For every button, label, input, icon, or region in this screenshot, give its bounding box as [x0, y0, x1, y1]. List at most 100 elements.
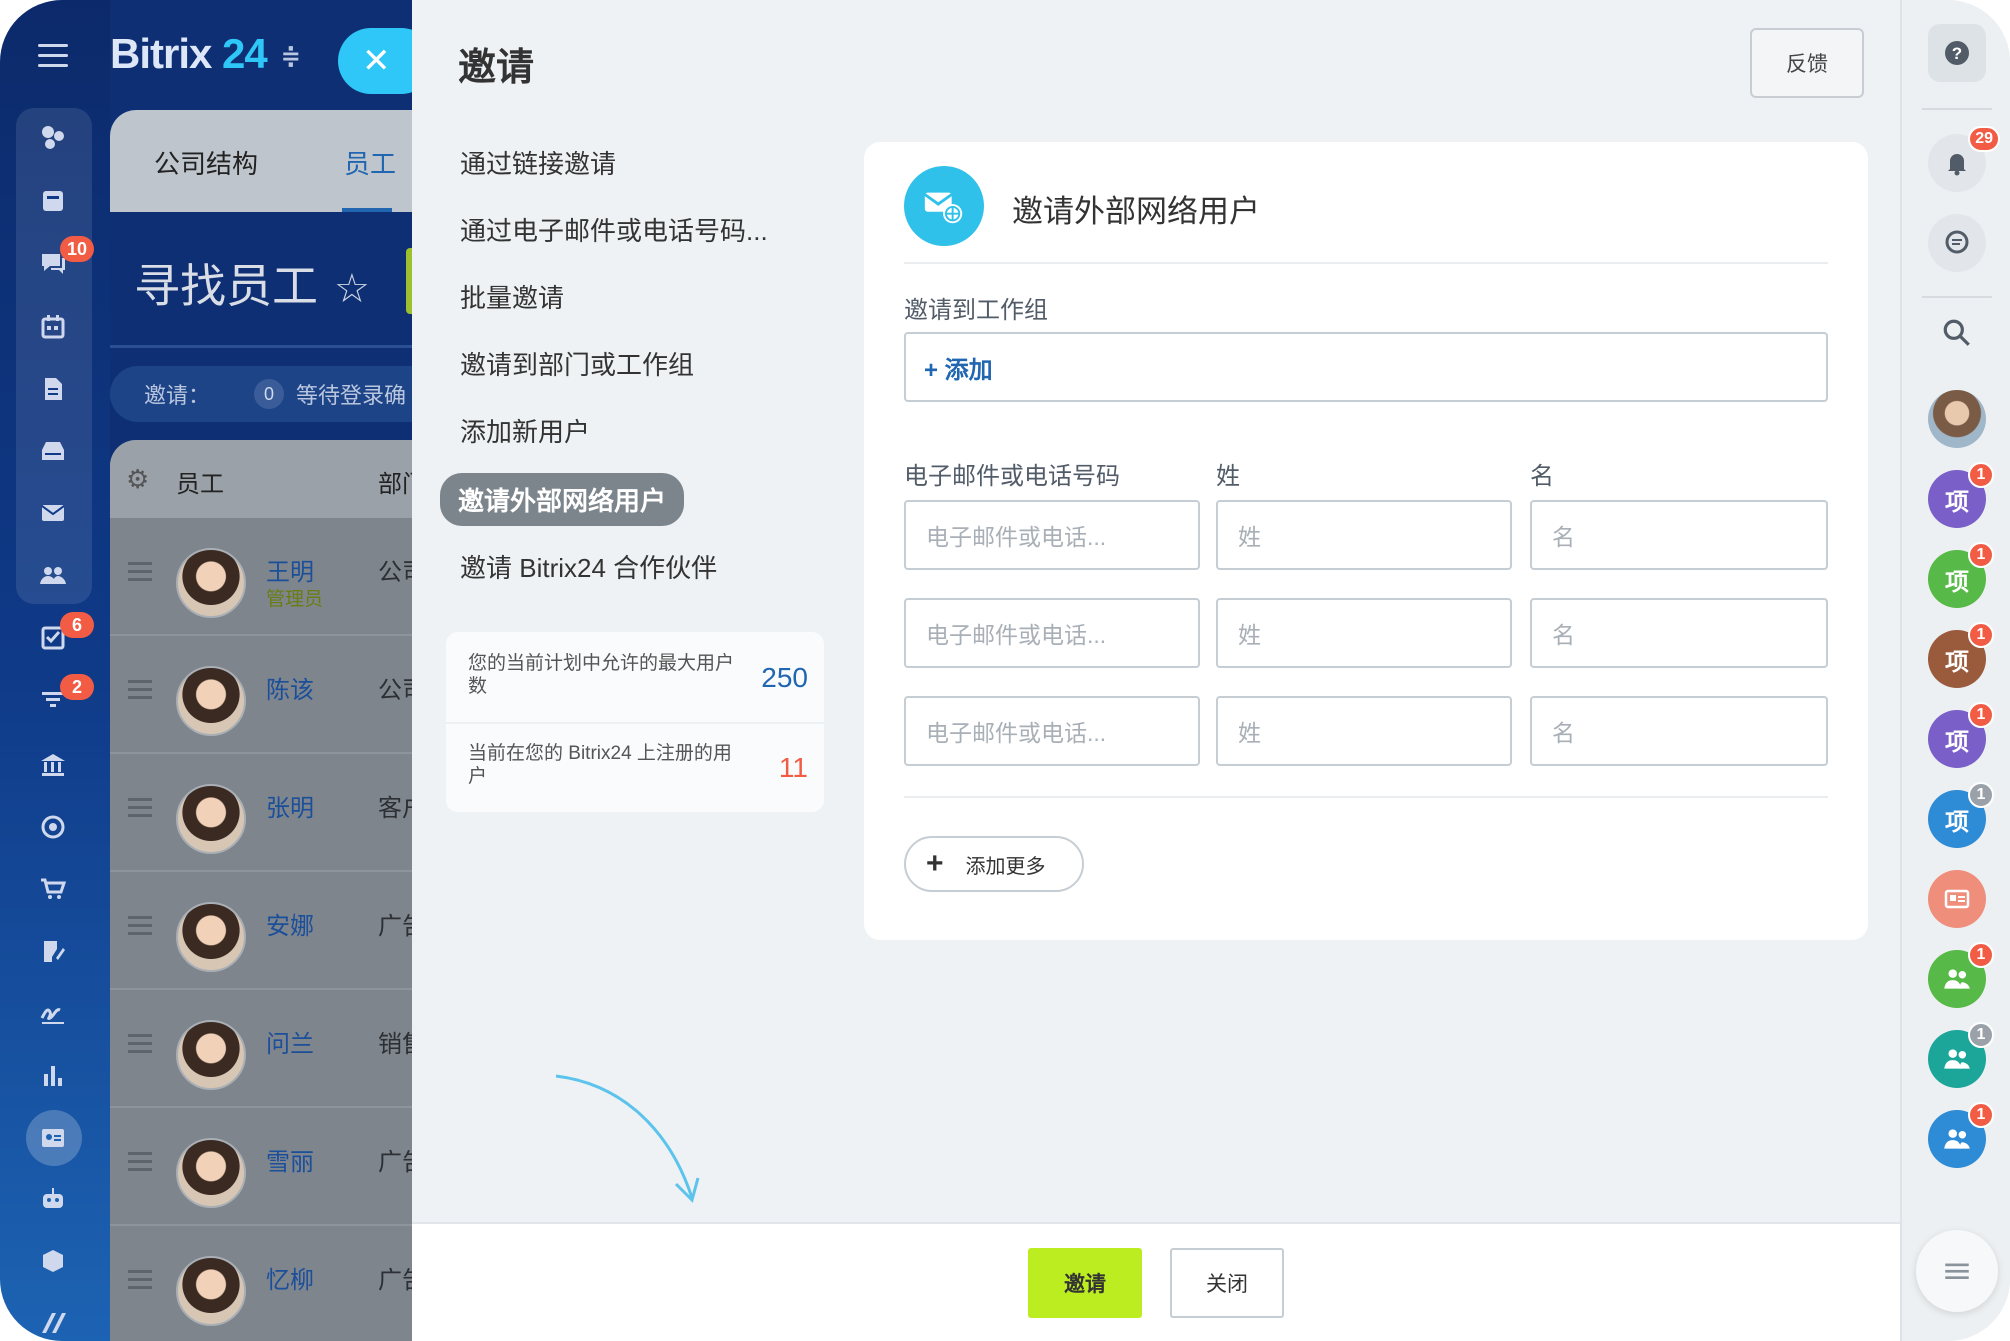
- edit-doc-icon[interactable]: [36, 934, 70, 968]
- project-chat-5[interactable]: 项1: [1928, 782, 1994, 848]
- group-chat-3[interactable]: 1: [1928, 1102, 1994, 1168]
- star-icon[interactable]: ☆: [334, 267, 370, 311]
- mail-globe-icon: [904, 166, 984, 246]
- menu-add-new-user[interactable]: 添加新用户: [460, 412, 590, 449]
- menu-invite-email-phone[interactable]: 通过电子邮件或电话号码...: [460, 211, 768, 248]
- email-input-1[interactable]: 电子邮件或电话...: [904, 500, 1200, 570]
- drag-handle-icon[interactable]: [128, 562, 152, 586]
- tab-employees[interactable]: 员工: [344, 144, 396, 181]
- employee-name[interactable]: 安娜: [266, 906, 314, 941]
- mail-icon[interactable]: [36, 496, 70, 530]
- table-row[interactable]: 张明 客户: [110, 754, 412, 872]
- employee-name[interactable]: 问兰: [266, 1024, 314, 1059]
- group-chat-2[interactable]: 1: [1928, 1022, 1994, 1088]
- box-icon[interactable]: [36, 1244, 70, 1278]
- bell-icon: [1948, 154, 1966, 176]
- table-row[interactable]: 安娜 广告: [110, 872, 412, 990]
- card-title: 邀请外部网络用户: [1012, 194, 1260, 229]
- drag-handle-icon[interactable]: [128, 680, 152, 704]
- first-name-input-3[interactable]: 名: [1530, 696, 1828, 766]
- table-row[interactable]: 陈该 公司: [110, 636, 412, 754]
- close-icon: ✕: [362, 42, 391, 80]
- menu-invite-link[interactable]: 通过链接邀请: [460, 144, 616, 181]
- close-slider-button[interactable]: ✕: [338, 28, 412, 94]
- menu-mass-invite[interactable]: 批量邀请: [460, 278, 564, 315]
- last-name-input-2[interactable]: 姓: [1216, 598, 1512, 668]
- menu-invite-department[interactable]: 邀请到部门或工作组: [460, 345, 694, 382]
- invite-button[interactable]: 邀请: [1028, 1248, 1142, 1318]
- cart-icon[interactable]: [36, 872, 70, 906]
- plus-icon: +: [926, 847, 944, 880]
- analytics-icon[interactable]: [36, 1058, 70, 1092]
- employee-name[interactable]: 陈该: [266, 670, 314, 705]
- employee-name[interactable]: 忆柳: [266, 1260, 314, 1295]
- table-row[interactable]: 忆柳 广告: [110, 1226, 412, 1341]
- list-icon: [1945, 1263, 1969, 1279]
- invite-status-pill[interactable]: 邀请： 0 等待登录确: [110, 366, 412, 422]
- table-row[interactable]: 问兰 销售: [110, 990, 412, 1108]
- external-invite-card: 邀请外部网络用户 邀请到工作组 + 添加 电子邮件或电话号码 姓 名 电子邮件或…: [864, 142, 1868, 940]
- drag-handle-icon[interactable]: [128, 1152, 152, 1176]
- messages-button[interactable]: [1928, 214, 1986, 272]
- email-input-2[interactable]: 电子邮件或电话...: [904, 598, 1200, 668]
- contact-card-icon[interactable]: [36, 1121, 70, 1155]
- employee-name[interactable]: 王明: [266, 552, 314, 587]
- employee-dept: 销售: [378, 1031, 412, 1058]
- menu-icon[interactable]: [38, 44, 68, 67]
- project-chat-4[interactable]: 项1: [1928, 702, 1994, 768]
- notifications-button[interactable]: 29: [1928, 126, 2000, 192]
- brand-settings-icon[interactable]: ≑: [281, 43, 301, 70]
- menu-invite-partner[interactable]: 邀请 Bitrix24 合作伙伴: [460, 548, 717, 585]
- email-input-3[interactable]: 电子邮件或电话...: [904, 696, 1200, 766]
- tab-company-structure[interactable]: 公司结构: [154, 144, 258, 181]
- drive-icon[interactable]: [36, 434, 70, 468]
- table-row[interactable]: 王明 管理员 公司: [110, 518, 412, 636]
- quota-max-label: 您的当前计划中允许的最大用户数: [468, 653, 735, 697]
- user-avatar[interactable]: [1928, 390, 1986, 448]
- employee-dept: 广告: [378, 1149, 412, 1176]
- last-name-input-3[interactable]: 姓: [1216, 696, 1512, 766]
- col-employee: 员工: [176, 471, 224, 498]
- employee-dept: 公司: [378, 559, 412, 586]
- feed-icon[interactable]: [36, 120, 70, 154]
- employee-name[interactable]: 张明: [266, 788, 314, 823]
- drag-handle-icon[interactable]: [128, 1270, 152, 1294]
- search-button[interactable]: [1928, 304, 1986, 362]
- tab-active-underline: [342, 208, 392, 212]
- first-name-input-1[interactable]: 名: [1530, 500, 1828, 570]
- project-chat-1[interactable]: 项1: [1928, 462, 1994, 528]
- project-chat-3[interactable]: 项1: [1928, 622, 1994, 688]
- bank-icon[interactable]: [36, 748, 70, 782]
- group-icon[interactable]: [36, 558, 70, 592]
- last-name-input-1[interactable]: 姓: [1216, 500, 1512, 570]
- target-icon[interactable]: [36, 810, 70, 844]
- drag-handle-icon[interactable]: [128, 1034, 152, 1058]
- calendar-icon[interactable]: [36, 310, 70, 344]
- drag-handle-icon[interactable]: [128, 916, 152, 940]
- recent-list-button[interactable]: [1916, 1230, 1998, 1312]
- table-row[interactable]: 雪丽 广告: [110, 1108, 412, 1226]
- first-name-input-2[interactable]: 名: [1530, 598, 1828, 668]
- menu-invite-external[interactable]: 邀请外部网络用户: [440, 473, 685, 526]
- robot-icon[interactable]: [36, 1182, 70, 1216]
- employee-name[interactable]: 雪丽: [266, 1142, 314, 1177]
- newspaper-icon[interactable]: [36, 184, 70, 218]
- document-icon[interactable]: [36, 372, 70, 406]
- employee-dept: 客户: [378, 795, 412, 822]
- brand-logo[interactable]: Bitrix 24 ≑: [110, 30, 301, 78]
- group-chat-1[interactable]: 1: [1928, 942, 1994, 1008]
- add-group-field[interactable]: + 添加: [904, 332, 1828, 402]
- gear-icon[interactable]: ⚙: [126, 464, 149, 495]
- contact-chat[interactable]: [1928, 870, 1986, 928]
- add-more-button[interactable]: + 添加更多: [904, 836, 1084, 892]
- help-button[interactable]: ?: [1928, 24, 1986, 82]
- email-col-label: 电子邮件或电话号码: [904, 463, 1120, 490]
- signature-icon[interactable]: [36, 996, 70, 1030]
- feedback-button[interactable]: 反馈: [1750, 28, 1864, 98]
- avatar: [176, 548, 246, 618]
- project-chat-2[interactable]: 项1: [1928, 542, 1994, 608]
- close-button[interactable]: 关闭: [1170, 1248, 1284, 1318]
- employee-role: 管理员: [266, 589, 324, 610]
- more-apps-icon[interactable]: [36, 1305, 70, 1339]
- drag-handle-icon[interactable]: [128, 798, 152, 822]
